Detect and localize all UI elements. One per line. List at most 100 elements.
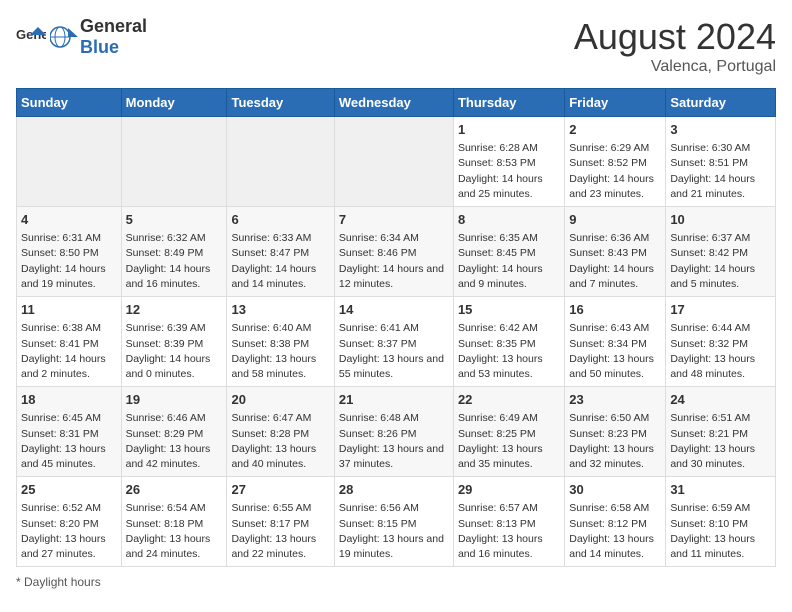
day-number: 18 <box>21 391 117 409</box>
day-number: 28 <box>339 481 449 499</box>
day-info: Sunrise: 6:44 AMSunset: 8:32 PMDaylight:… <box>670 321 771 382</box>
day-info: Sunrise: 6:42 AMSunset: 8:35 PMDaylight:… <box>458 321 560 382</box>
day-number: 19 <box>126 391 223 409</box>
header: General General Blue August 2024 Valenca… <box>16 16 776 76</box>
day-info: Sunrise: 6:37 AMSunset: 8:42 PMDaylight:… <box>670 231 771 292</box>
weekday-header-monday: Monday <box>121 89 227 117</box>
day-info: Sunrise: 6:43 AMSunset: 8:34 PMDaylight:… <box>569 321 661 382</box>
day-info: Sunrise: 6:57 AMSunset: 8:13 PMDaylight:… <box>458 501 560 562</box>
logo-text-blue: Blue <box>80 37 119 57</box>
day-number: 20 <box>231 391 329 409</box>
week-row-3: 11 Sunrise: 6:38 AMSunset: 8:41 PMDayligh… <box>17 297 776 387</box>
calendar-cell: 5 Sunrise: 6:32 AMSunset: 8:49 PMDaylight… <box>121 207 227 297</box>
day-info: Sunrise: 6:34 AMSunset: 8:46 PMDaylight:… <box>339 231 449 292</box>
logo-text-general: General <box>80 16 147 36</box>
calendar-table: SundayMondayTuesdayWednesdayThursdayFrid… <box>16 88 776 567</box>
day-number: 24 <box>670 391 771 409</box>
calendar-cell <box>121 117 227 207</box>
day-info: Sunrise: 6:48 AMSunset: 8:26 PMDaylight:… <box>339 411 449 472</box>
day-number: 16 <box>569 301 661 319</box>
day-info: Sunrise: 6:35 AMSunset: 8:45 PMDaylight:… <box>458 231 560 292</box>
weekday-header-thursday: Thursday <box>453 89 564 117</box>
day-number: 1 <box>458 121 560 139</box>
week-row-2: 4 Sunrise: 6:31 AMSunset: 8:50 PMDaylight… <box>17 207 776 297</box>
calendar-cell <box>334 117 453 207</box>
day-info: Sunrise: 6:50 AMSunset: 8:23 PMDaylight:… <box>569 411 661 472</box>
calendar-cell: 15 Sunrise: 6:42 AMSunset: 8:35 PMDayligh… <box>453 297 564 387</box>
calendar-cell: 29 Sunrise: 6:57 AMSunset: 8:13 PMDayligh… <box>453 477 564 567</box>
day-info: Sunrise: 6:31 AMSunset: 8:50 PMDaylight:… <box>21 231 117 292</box>
calendar-cell: 6Sunrise: 6:33 AMSunset: 8:47 PMDaylight… <box>227 207 334 297</box>
calendar-cell: 17 Sunrise: 6:44 AMSunset: 8:32 PMDayligh… <box>666 297 776 387</box>
day-info: Sunrise: 6:33 AMSunset: 8:47 PMDaylight:… <box>231 231 329 292</box>
day-info: Sunrise: 6:59 AMSunset: 8:10 PMDaylight:… <box>670 501 771 562</box>
day-info: Sunrise: 6:32 AMSunset: 8:49 PMDaylight:… <box>126 231 223 292</box>
day-info: Sunrise: 6:29 AMSunset: 8:52 PMDaylight:… <box>569 141 661 202</box>
day-info: Sunrise: 6:41 AMSunset: 8:37 PMDaylight:… <box>339 321 449 382</box>
calendar-cell: 18Sunrise: 6:45 AMSunset: 8:31 PMDayligh… <box>17 387 122 477</box>
subtitle: Valenca, Portugal <box>574 58 776 76</box>
weekday-header-friday: Friday <box>565 89 666 117</box>
day-number: 9 <box>569 211 661 229</box>
day-info: Sunrise: 6:39 AMSunset: 8:39 PMDaylight:… <box>126 321 223 382</box>
day-number: 31 <box>670 481 771 499</box>
calendar-cell: 26 Sunrise: 6:54 AMSunset: 8:18 PMDayligh… <box>121 477 227 567</box>
weekday-header-saturday: Saturday <box>666 89 776 117</box>
weekday-header-tuesday: Tuesday <box>227 89 334 117</box>
day-number: 13 <box>231 301 329 319</box>
week-row-5: 25Sunrise: 6:52 AMSunset: 8:20 PMDayligh… <box>17 477 776 567</box>
calendar-cell: 25Sunrise: 6:52 AMSunset: 8:20 PMDayligh… <box>17 477 122 567</box>
calendar-cell: 7 Sunrise: 6:34 AMSunset: 8:46 PMDaylight… <box>334 207 453 297</box>
calendar-cell: 12 Sunrise: 6:39 AMSunset: 8:39 PMDayligh… <box>121 297 227 387</box>
calendar-cell: 9 Sunrise: 6:36 AMSunset: 8:43 PMDaylight… <box>565 207 666 297</box>
day-number: 4 <box>21 211 117 229</box>
day-number: 30 <box>569 481 661 499</box>
calendar-cell: 16 Sunrise: 6:43 AMSunset: 8:34 PMDayligh… <box>565 297 666 387</box>
day-number: 7 <box>339 211 449 229</box>
calendar-cell: 24 Sunrise: 6:51 AMSunset: 8:21 PMDayligh… <box>666 387 776 477</box>
day-info: Sunrise: 6:54 AMSunset: 8:18 PMDaylight:… <box>126 501 223 562</box>
day-number: 3 <box>670 121 771 139</box>
day-number: 10 <box>670 211 771 229</box>
calendar-cell: 8Sunrise: 6:35 AMSunset: 8:45 PMDaylight… <box>453 207 564 297</box>
day-number: 5 <box>126 211 223 229</box>
logo: General General Blue <box>16 16 147 58</box>
day-number: 17 <box>670 301 771 319</box>
calendar-cell: 30Sunrise: 6:58 AMSunset: 8:12 PMDayligh… <box>565 477 666 567</box>
daylight-label: Daylight hours <box>24 575 101 589</box>
day-info: Sunrise: 6:51 AMSunset: 8:21 PMDaylight:… <box>670 411 771 472</box>
day-info: Sunrise: 6:28 AMSunset: 8:53 PMDaylight:… <box>458 141 560 202</box>
day-info: Sunrise: 6:38 AMSunset: 8:41 PMDaylight:… <box>21 321 117 382</box>
day-number: 29 <box>458 481 560 499</box>
day-number: 21 <box>339 391 449 409</box>
day-number: 26 <box>126 481 223 499</box>
day-info: Sunrise: 6:56 AMSunset: 8:15 PMDaylight:… <box>339 501 449 562</box>
calendar-cell: 14Sunrise: 6:41 AMSunset: 8:37 PMDayligh… <box>334 297 453 387</box>
calendar-cell: 3 Sunrise: 6:30 AMSunset: 8:51 PMDaylight… <box>666 117 776 207</box>
calendar-cell: 27Sunrise: 6:55 AMSunset: 8:17 PMDayligh… <box>227 477 334 567</box>
day-number: 2 <box>569 121 661 139</box>
logo-globe-icon <box>50 26 78 48</box>
logo-icon: General <box>16 25 46 49</box>
footer: * Daylight hours <box>16 575 776 589</box>
calendar-cell: 13 Sunrise: 6:40 AMSunset: 8:38 PMDayligh… <box>227 297 334 387</box>
calendar-cell <box>17 117 122 207</box>
day-info: Sunrise: 6:46 AMSunset: 8:29 PMDaylight:… <box>126 411 223 472</box>
week-row-1: 1 Sunrise: 6:28 AMSunset: 8:53 PMDaylight… <box>17 117 776 207</box>
calendar-cell: 1 Sunrise: 6:28 AMSunset: 8:53 PMDaylight… <box>453 117 564 207</box>
day-info: Sunrise: 6:40 AMSunset: 8:38 PMDaylight:… <box>231 321 329 382</box>
calendar-cell: 31 Sunrise: 6:59 AMSunset: 8:10 PMDayligh… <box>666 477 776 567</box>
calendar-cell <box>227 117 334 207</box>
weekday-header-sunday: Sunday <box>17 89 122 117</box>
calendar-cell: 4 Sunrise: 6:31 AMSunset: 8:50 PMDaylight… <box>17 207 122 297</box>
title-area: August 2024 Valenca, Portugal <box>574 16 776 76</box>
day-number: 15 <box>458 301 560 319</box>
calendar-cell: 19 Sunrise: 6:46 AMSunset: 8:29 PMDayligh… <box>121 387 227 477</box>
calendar-cell: 2 Sunrise: 6:29 AMSunset: 8:52 PMDaylight… <box>565 117 666 207</box>
calendar-cell: 23Sunrise: 6:50 AMSunset: 8:23 PMDayligh… <box>565 387 666 477</box>
day-number: 11 <box>21 301 117 319</box>
day-info: Sunrise: 6:52 AMSunset: 8:20 PMDaylight:… <box>21 501 117 562</box>
day-info: Sunrise: 6:30 AMSunset: 8:51 PMDaylight:… <box>670 141 771 202</box>
day-info: Sunrise: 6:36 AMSunset: 8:43 PMDaylight:… <box>569 231 661 292</box>
day-number: 12 <box>126 301 223 319</box>
